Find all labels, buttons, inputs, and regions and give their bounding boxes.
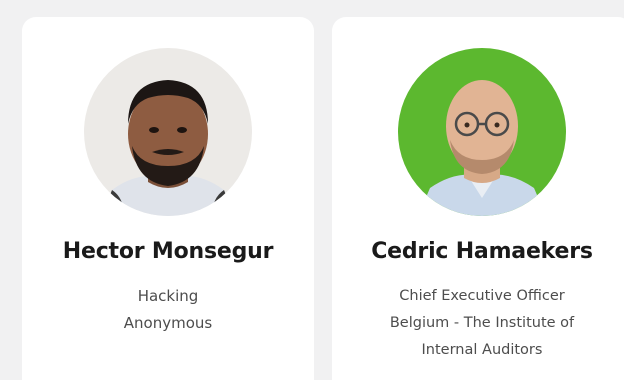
person-photo-icon (84, 48, 252, 216)
role-line: Anonymous (123, 314, 213, 332)
role-line: Hacking (137, 287, 199, 305)
role-line: Internal Auditors (421, 342, 543, 358)
speaker-role: Hacking Anonymous (22, 283, 314, 337)
speaker-name[interactable]: Hector Monsegur (22, 239, 314, 264)
speaker-name[interactable]: Cedric Hamaekers (332, 239, 624, 264)
speaker-role: Chief Executive Officer Belgium - The In… (332, 283, 624, 364)
speaker-card[interactable]: Cedric Hamaekers Chief Executive Officer… (332, 17, 624, 380)
role-line: Chief Executive Officer (399, 288, 565, 304)
speaker-card[interactable]: Hector Monsegur Hacking Anonymous (22, 17, 314, 380)
speaker-photo (398, 48, 566, 216)
person-photo-icon (398, 48, 566, 216)
speaker-photo (84, 48, 252, 216)
role-line: Belgium - The Institute of (389, 315, 575, 331)
